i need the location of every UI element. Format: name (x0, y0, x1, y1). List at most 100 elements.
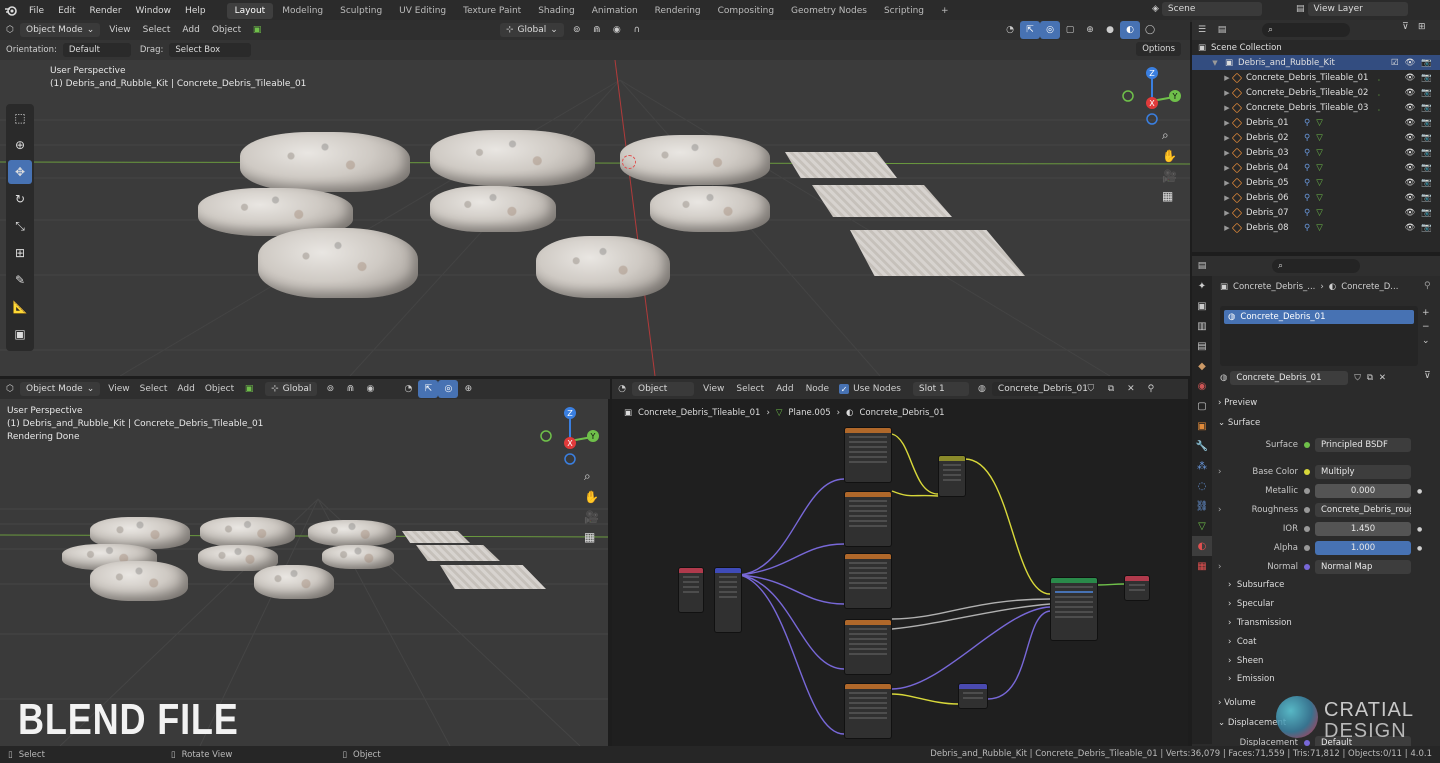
eye-icon[interactable]: 👁 (1405, 208, 1416, 218)
outliner-row-object[interactable]: ▶ Concrete_Debris_Tileable_03 ˌ 👁 📷 (1192, 100, 1440, 115)
debris-mesh[interactable] (308, 520, 396, 546)
keyframe-dot-icon[interactable]: ● (1417, 545, 1422, 552)
tab-animation[interactable]: Animation (584, 3, 646, 19)
tab-texture-paint[interactable]: Texture Paint (455, 3, 529, 19)
normal-map-node[interactable] (958, 683, 988, 709)
expand-triangle-icon[interactable]: ▶ (1222, 119, 1232, 127)
sheen-section-header[interactable]: › Sheen (1228, 656, 1263, 666)
debris-mesh[interactable] (258, 228, 418, 298)
expand-triangle-icon[interactable]: ▶ (1222, 134, 1232, 142)
eye-icon[interactable]: 👁 (1405, 118, 1416, 128)
volume-section-header[interactable]: › Volume (1218, 698, 1256, 708)
pin-icon[interactable]: ⚲ (1141, 380, 1161, 398)
collection-tab-icon[interactable]: ▢ (1192, 396, 1212, 416)
overlay-toggle-icon[interactable]: ◎ (438, 380, 459, 398)
tab-shading[interactable]: Shading (530, 3, 583, 19)
checkbox-checked-icon[interactable]: ☑ (1391, 58, 1399, 68)
transform-orientation-dropdown[interactable]: ⊹ Global ⌄ (500, 23, 564, 37)
editor-type-shader-icon[interactable]: ◔ (612, 380, 632, 398)
duplicate-material-icon[interactable]: ⧉ (1101, 380, 1121, 398)
options-dropdown[interactable]: Options (1136, 42, 1181, 56)
rendered-shading-icon[interactable]: ◯ (1140, 21, 1160, 39)
cursor-tool-icon[interactable]: ⊕ (8, 133, 32, 157)
camera-icon[interactable]: 📷 (1421, 208, 1432, 218)
snap-cursor-icon[interactable]: ▣ (239, 380, 259, 398)
mode-dropdown[interactable]: Object Mode ⌄ (20, 382, 101, 396)
material-tab-icon[interactable]: ◐ (1192, 536, 1212, 556)
expand-triangle-icon[interactable]: ▶ (1222, 224, 1232, 232)
transmission-section-header[interactable]: › Transmission (1228, 618, 1292, 628)
tab-layout[interactable]: Layout (226, 3, 274, 19)
material-browse-icon[interactable]: ◍ (1220, 373, 1227, 383)
collapse-triangle-icon[interactable]: ▼ (1210, 59, 1220, 67)
camera-icon[interactable]: 📷 (1421, 133, 1432, 143)
wireframe-shading-icon[interactable]: ⊕ (458, 380, 478, 398)
metallic-field[interactable]: 0.000 (1315, 484, 1411, 498)
expand-triangle-icon[interactable]: ▶ (1222, 89, 1232, 97)
annotate-tool-icon[interactable]: ✎ (8, 268, 32, 292)
image-texture-node[interactable] (844, 553, 892, 609)
node-editor-canvas[interactable]: ▣ Concrete_Debris_Tileable_01 › ▽ Plane.… (612, 399, 1188, 746)
material-name-field[interactable]: Concrete_Debris_01 (1230, 371, 1349, 385)
eye-icon[interactable]: 👁 (1405, 223, 1416, 233)
gizmo-toggle-icon[interactable]: ⇱ (1020, 21, 1040, 39)
material-shading-icon[interactable]: ◐ (1120, 21, 1140, 39)
blender-logo-icon[interactable] (0, 2, 22, 20)
menu-object[interactable]: Object (200, 384, 239, 394)
outliner-row-scene-collection[interactable]: ▣ Scene Collection (1192, 40, 1440, 55)
select-box-tool-icon[interactable]: ⬚ (8, 106, 32, 130)
normal-field[interactable]: Normal Map (1315, 560, 1411, 574)
menu-edit[interactable]: Edit (51, 6, 82, 16)
material-slot-item[interactable]: ◍ Concrete_Debris_01 (1224, 310, 1414, 324)
camera-icon[interactable]: 📷 (1421, 88, 1432, 98)
tab-modeling[interactable]: Modeling (274, 3, 331, 19)
menu-view[interactable]: View (103, 384, 134, 394)
transform-tool-icon[interactable]: ⊞ (8, 241, 32, 265)
menu-file[interactable]: File (22, 6, 51, 16)
chevron-right-icon[interactable]: › (1218, 562, 1228, 572)
object-tab-icon[interactable]: ▣ (1192, 416, 1212, 436)
debris-mesh[interactable] (90, 561, 188, 601)
roughness-field[interactable]: Concrete_Debris_roug... (1315, 503, 1411, 517)
image-texture-node[interactable] (844, 683, 892, 739)
snap-icon[interactable]: ⋒ (587, 21, 607, 39)
surface-section-header[interactable]: ⌄ Surface (1218, 418, 1260, 428)
material-output-node[interactable] (1124, 575, 1150, 601)
camera-icon[interactable]: 📷 (1421, 73, 1432, 83)
filter-icon[interactable]: ⊽ (1402, 22, 1409, 32)
base-color-field[interactable]: Multiply (1315, 465, 1411, 479)
image-texture-node[interactable] (844, 619, 892, 675)
debris-mesh[interactable] (322, 545, 394, 569)
transform-orientation-dropdown[interactable]: ⊹ Global (265, 382, 318, 396)
outliner-row-object[interactable]: ▶ Debris_02 ⚲ ▽ 👁 📷 (1192, 130, 1440, 145)
camera-icon[interactable]: 📷 (1421, 103, 1432, 113)
menu-select[interactable]: Select (137, 25, 177, 35)
mapping-node[interactable] (714, 567, 742, 633)
menu-render[interactable]: Render (83, 6, 129, 16)
eye-icon[interactable]: 👁 (1405, 58, 1416, 68)
camera-icon[interactable]: 📷 (1421, 193, 1432, 203)
outliner-row-object[interactable]: ▶ Debris_08 ⚲ ▽ 👁 📷 (1192, 220, 1440, 235)
tab-sculpting[interactable]: Sculpting (332, 3, 390, 19)
expand-triangle-icon[interactable]: ▶ (1222, 179, 1232, 187)
view-layer-tab-icon[interactable]: ▤ (1192, 336, 1212, 356)
outliner-row-object[interactable]: ▶ Debris_03 ⚲ ▽ 👁 📷 (1192, 145, 1440, 160)
eye-icon[interactable]: 👁 (1405, 88, 1416, 98)
slot-dropdown[interactable]: Slot 1 (912, 382, 969, 396)
remove-slot-icon[interactable]: − (1422, 322, 1430, 332)
outliner-row-object[interactable]: ▶ Concrete_Debris_Tileable_02 ˌ 👁 📷 (1192, 85, 1440, 100)
material-browse-icon[interactable]: ◍ (972, 380, 992, 398)
viewport-top[interactable]: Orientation: Default Drag: Select Box Op… (0, 40, 1190, 376)
eye-icon[interactable]: 👁 (1405, 133, 1416, 143)
keyframe-dot-icon[interactable]: ● (1417, 488, 1422, 495)
viewport-bottom[interactable]: User Perspective (1) Debris_and_Rubble_K… (0, 399, 608, 746)
pivot-icon[interactable]: ⊚ (567, 21, 587, 39)
move-tool-icon[interactable]: ✥ (8, 160, 32, 184)
debris-mesh[interactable] (650, 186, 770, 232)
outliner-row-object[interactable]: ▶ Debris_06 ⚲ ▽ 👁 📷 (1192, 190, 1440, 205)
menu-add[interactable]: Add (770, 384, 799, 394)
menu-view[interactable]: View (103, 25, 136, 35)
ortho-grid-icon[interactable]: ▦ (584, 530, 599, 544)
image-texture-node[interactable] (844, 427, 892, 483)
mesh-data-icon[interactable]: ▽ (1316, 118, 1323, 128)
